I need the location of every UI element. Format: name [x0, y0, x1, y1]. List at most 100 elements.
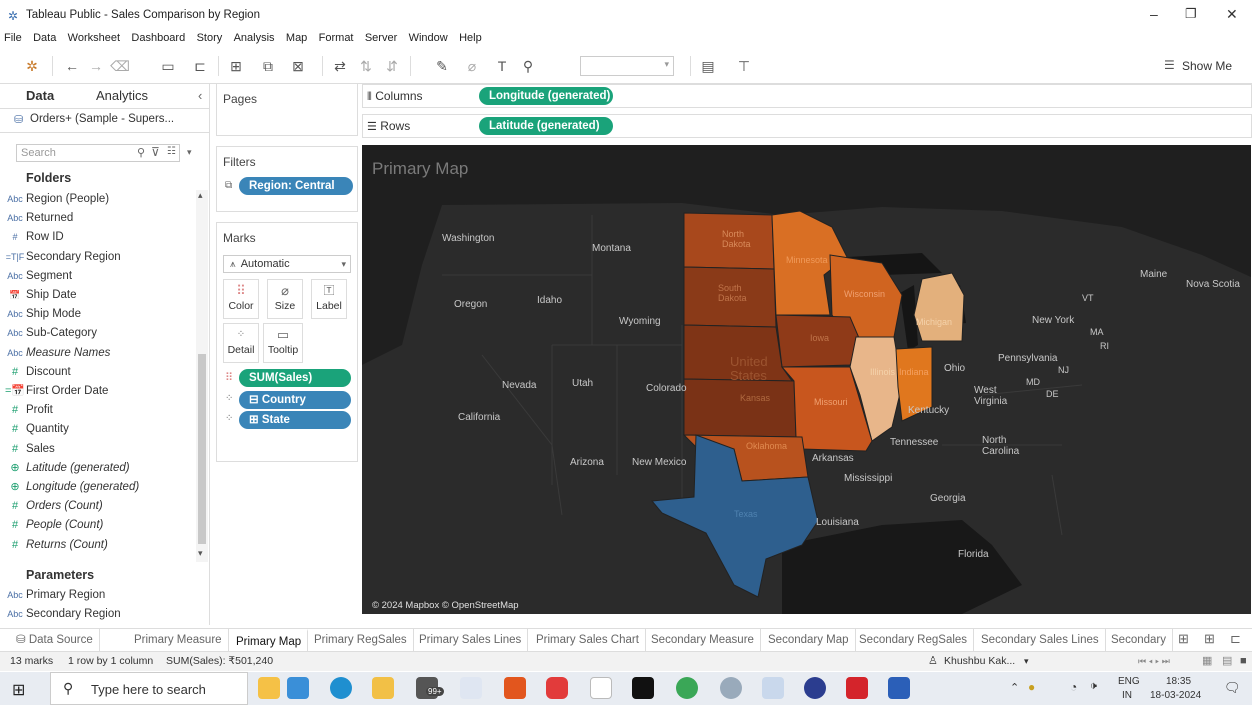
view-options-chevron-icon[interactable]: ▾	[187, 147, 192, 158]
sheet-tab[interactable]: Primary Sales Lines	[413, 629, 529, 651]
forward-icon[interactable]: →	[86, 57, 106, 75]
tray-chevron-icon[interactable]: ⌃	[1010, 681, 1019, 694]
clear-sheet-icon[interactable]: ⊠	[288, 57, 308, 75]
volume-icon[interactable]: 🕩	[1090, 680, 1097, 693]
scroll-up-icon[interactable]: ▴	[198, 190, 203, 201]
size-button[interactable]: ⌀ Size	[267, 279, 303, 319]
menu-story[interactable]: Story	[197, 32, 223, 44]
scroll-thumb[interactable]	[198, 354, 206, 544]
sheet-tab[interactable]: Secondary Measure	[645, 629, 761, 651]
field-item[interactable]: # Returns (Count)	[0, 536, 195, 555]
field-item[interactable]: Abc Measure Names	[0, 344, 195, 363]
mark-type-dropdown[interactable]: ⩚ Automatic ▾	[223, 255, 351, 273]
undo-icon[interactable]: ⌫	[110, 57, 130, 75]
field-item[interactable]: =T|F Secondary Region	[0, 248, 195, 267]
label-toggle-icon[interactable]: T	[492, 57, 512, 75]
field-item[interactable]: =📅First Order Date	[0, 382, 195, 401]
group-icon[interactable]: ⌀	[462, 57, 482, 75]
sheet-tab[interactable]: Primary Sales Chart	[530, 629, 646, 651]
menu-map[interactable]: Map	[286, 32, 307, 44]
datasource-name[interactable]: Orders+ (Sample - Supers...	[30, 113, 174, 125]
field-list-scrollbar[interactable]: ▴ ▾	[196, 190, 208, 562]
close-button[interactable]: ✕	[1226, 6, 1238, 23]
list-view-icon[interactable]: ▤	[1222, 652, 1232, 671]
office-icon[interactable]	[504, 677, 526, 699]
menu-file[interactable]: File	[4, 32, 22, 44]
restore-button[interactable]: ❐	[1185, 6, 1197, 22]
taskbar-app-icon[interactable]	[258, 677, 280, 699]
sort-ascending-icon[interactable]: ⇅	[356, 57, 376, 75]
menu-format[interactable]: Format	[319, 32, 354, 44]
rows-shelf[interactable]: ☰ Rows Latitude (generated)	[362, 114, 1252, 138]
pages-card[interactable]: Pages	[216, 84, 358, 136]
clock-date[interactable]: 18-03-2024	[1150, 690, 1201, 701]
menu-dashboard[interactable]: Dashboard	[131, 32, 185, 44]
detail-button[interactable]: ⁘ Detail	[223, 323, 259, 363]
field-item[interactable]: # Orders (Count)	[0, 497, 195, 516]
field-item[interactable]: 📅 Ship Date	[0, 286, 195, 305]
field-item[interactable]: # People (Count)	[0, 516, 195, 535]
tooltip-button[interactable]: ▭ Tooltip	[263, 323, 303, 363]
sheet-tab[interactable]: Secondary Map	[762, 629, 856, 651]
new-worksheet-icon[interactable]: ⊞	[226, 57, 246, 75]
parameter-item[interactable]: Abc Secondary Region	[0, 605, 195, 624]
collapse-pane-icon[interactable]: ‹	[198, 84, 202, 108]
taskbar-app-icon[interactable]	[287, 677, 309, 699]
columns-shelf[interactable]: ⦀ Columns Longitude (generated)	[362, 84, 1252, 108]
new-story-tab-icon[interactable]: ⊏	[1230, 631, 1241, 647]
tray-app-icon[interactable]: ●	[1028, 680, 1035, 694]
menu-worksheet[interactable]: Worksheet	[68, 32, 120, 44]
filter-icon[interactable]: ⊽	[151, 145, 160, 159]
taskbar-app-icon[interactable]	[460, 677, 482, 699]
sheet-tab[interactable]: Primary Measure	[128, 629, 229, 651]
save-icon[interactable]: ▭	[158, 57, 178, 75]
taskbar-app-icon[interactable]	[720, 677, 742, 699]
mail-icon[interactable]: 99+	[416, 677, 444, 699]
scroll-down-icon[interactable]: ▾	[198, 548, 203, 559]
field-item[interactable]: # Discount	[0, 363, 195, 382]
search-input[interactable]: Search ⚲ ⊽ ☷	[16, 144, 180, 162]
region-indicator[interactable]: IN	[1122, 690, 1132, 701]
menu-server[interactable]: Server	[365, 32, 397, 44]
show-me-icon[interactable]: ☰	[1164, 58, 1175, 72]
device-preview-icon[interactable]: ⊤	[734, 57, 754, 75]
menu-data[interactable]: Data	[33, 32, 56, 44]
menu-analysis[interactable]: Analysis	[234, 32, 275, 44]
fit-dropdown[interactable]: ▾	[580, 56, 674, 76]
field-item[interactable]: # Sales	[0, 440, 195, 459]
pill-sum-sales[interactable]: SUM(Sales)	[239, 369, 351, 387]
tableau-home-icon[interactable]: ✲	[22, 57, 42, 75]
pill-country[interactable]: ⊟ Country	[239, 391, 351, 409]
field-item[interactable]: Abc Sub-Category	[0, 324, 195, 343]
chrome-icon[interactable]	[676, 677, 698, 699]
menu-help[interactable]: Help	[459, 32, 482, 44]
menu-window[interactable]: Window	[409, 32, 448, 44]
acrobat-icon[interactable]	[846, 677, 868, 699]
minimize-button[interactable]: –	[1150, 6, 1158, 22]
sheet-tab[interactable]: Secondary	[1105, 629, 1173, 651]
pill-state[interactable]: ⊞ State	[239, 411, 351, 429]
tab-analytics[interactable]: Analytics	[96, 84, 148, 108]
tab-data-source[interactable]: ⛁ Data Source	[10, 629, 100, 651]
clock-time[interactable]: 18:35	[1166, 676, 1191, 687]
grid-view-icon[interactable]: ▦	[1202, 652, 1212, 671]
sheet-tab-active[interactable]: Primary Map	[230, 629, 309, 651]
highlight-icon[interactable]: ✎	[432, 57, 452, 75]
new-worksheet-tab-icon[interactable]: ⊞	[1178, 631, 1189, 647]
sheet-tab[interactable]: Secondary Sales Lines	[975, 629, 1106, 651]
duplicate-sheet-icon[interactable]: ⧉	[258, 57, 278, 75]
sheet-tab[interactable]: Secondary RegSales	[853, 629, 975, 651]
new-dashboard-tab-icon[interactable]: ⊞	[1204, 631, 1215, 647]
vivaldi-icon[interactable]	[546, 677, 568, 699]
label-button[interactable]: 🅃 Label	[311, 279, 347, 319]
file-explorer-icon[interactable]	[372, 677, 394, 699]
field-item[interactable]: Abc Segment	[0, 267, 195, 286]
taskbar-app-icon[interactable]	[804, 677, 826, 699]
tableau-taskbar-icon[interactable]	[762, 677, 784, 699]
map-canvas[interactable]	[362, 145, 1251, 614]
field-item[interactable]: # Profit	[0, 401, 195, 420]
notifications-icon[interactable]: 🗨	[1224, 680, 1241, 696]
parameter-item[interactable]: Abc Primary Region	[0, 586, 195, 605]
new-datasource-icon[interactable]: ⊏	[190, 57, 210, 75]
tv-app-icon[interactable]	[632, 677, 654, 699]
